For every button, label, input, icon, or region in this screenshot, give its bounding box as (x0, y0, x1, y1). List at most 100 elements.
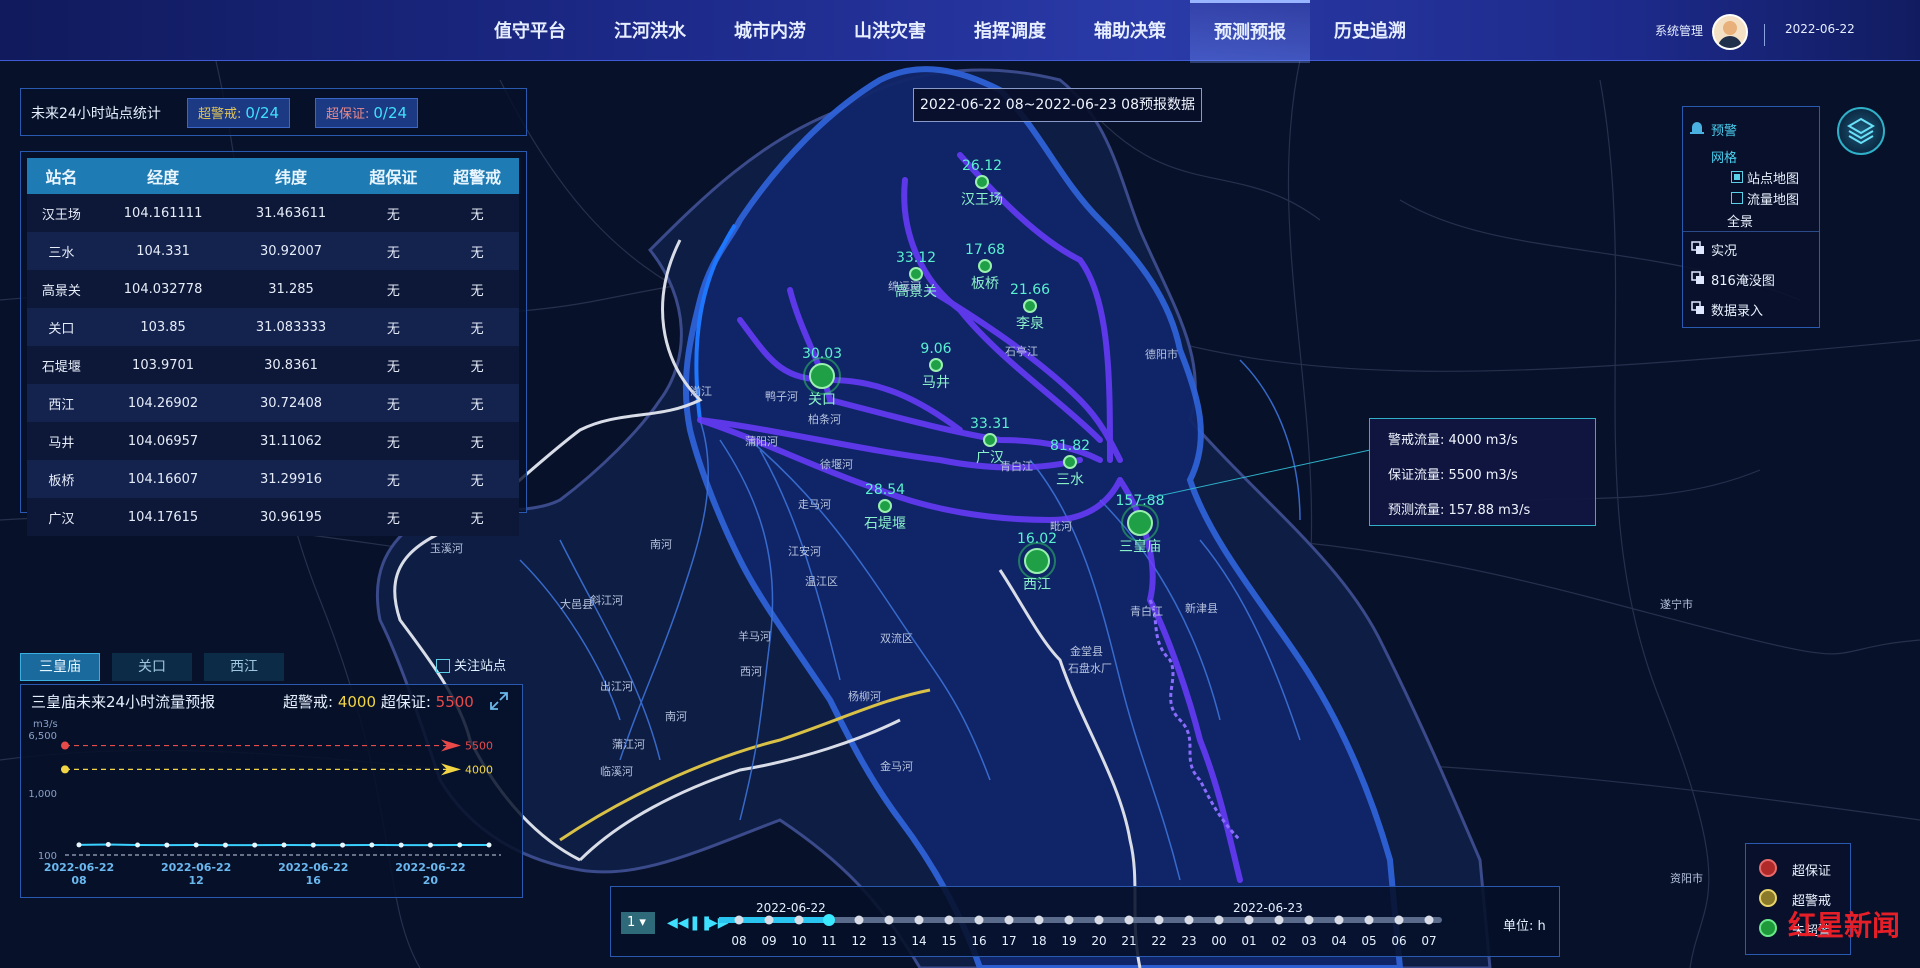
flow-point[interactable] (427, 842, 433, 848)
layer-live[interactable]: 实况 (1711, 240, 1737, 259)
tab-sanhuangmiao[interactable]: 三皇庙 (20, 653, 100, 681)
station-marker[interactable] (1023, 299, 1037, 313)
tab-xijiang[interactable]: 西江 (204, 653, 284, 681)
flow-point[interactable] (105, 842, 111, 848)
timeline-tick[interactable] (734, 915, 744, 925)
nav-item-duty[interactable]: 值守平台 (470, 0, 590, 60)
threshold-label: 4000 (465, 763, 493, 776)
nav-item-forecast[interactable]: 预测预报 (1190, 0, 1310, 63)
station-marker[interactable] (1127, 510, 1153, 536)
nav-item-decision-support[interactable]: 辅助决策 (1070, 0, 1190, 60)
user-name[interactable]: 系统管理 (1655, 22, 1703, 39)
layer-grid[interactable]: 网格 (1711, 147, 1737, 166)
flow-point[interactable] (310, 842, 316, 848)
col-header-over-guard: 超保证 (351, 158, 436, 194)
nav-item-river-flood[interactable]: 江河洪水 (590, 0, 710, 60)
flow-point[interactable] (398, 842, 404, 848)
rewind-icon[interactable]: ◀◀ (667, 915, 689, 931)
flow-point[interactable] (222, 842, 228, 848)
station-marker[interactable] (983, 433, 997, 447)
flow-point[interactable] (369, 842, 375, 848)
timeline-tick[interactable] (1334, 915, 1344, 925)
timeline-tick[interactable] (1214, 915, 1224, 925)
map-label: 石盘水厂 (1068, 661, 1112, 675)
station-stats-panel: 未来24小时站点统计 超警戒: 0/24 超保证: 0/24 (20, 88, 527, 136)
flow-point[interactable] (252, 842, 258, 848)
timeline-tick[interactable] (884, 915, 894, 925)
timeline-tick[interactable] (1304, 915, 1314, 925)
avatar[interactable] (1712, 14, 1748, 50)
layer-data-entry[interactable]: 数据录入 (1711, 300, 1763, 319)
table-cell: 104.032778 (95, 270, 231, 308)
flow-map-checkbox[interactable] (1731, 192, 1743, 204)
timeline-tick[interactable] (1004, 915, 1014, 925)
table-row[interactable]: 广汉 104.17615 30.96195 无无 (27, 498, 519, 536)
layer-warning[interactable]: 预警 (1711, 120, 1737, 139)
flow-point[interactable] (281, 842, 287, 848)
nav-item-urban-waterlogging[interactable]: 城市内涝 (710, 0, 830, 60)
table-row[interactable]: 西江 104.26902 30.72408 无无 (27, 384, 519, 422)
timeline-tick[interactable] (1094, 915, 1104, 925)
station-marker[interactable] (1063, 455, 1077, 469)
layer-816-flood[interactable]: 816淹没图 (1711, 270, 1775, 289)
table-row[interactable]: 关口 103.85 31.083333 无无 (27, 308, 519, 346)
timeline-tick[interactable] (1184, 915, 1194, 925)
timeline-tick[interactable] (764, 915, 774, 925)
timeline-tick[interactable] (974, 915, 984, 925)
nav-item-mountain-flood[interactable]: 山洪灾害 (830, 0, 950, 60)
station-marker[interactable] (878, 499, 892, 513)
timeline-hour-label: 02 (1271, 934, 1286, 948)
flow-point[interactable] (164, 842, 170, 848)
timeline-tick[interactable] (1064, 915, 1074, 925)
station-marker[interactable] (1024, 548, 1050, 574)
timeline-track[interactable]: 08 09 10 11 12 13 14 15 16 17 18 19 20 21 22 23 00 01 02 03… (719, 913, 1499, 953)
speed-select[interactable]: 1 ▾ (621, 912, 655, 934)
timeline-tick[interactable] (1154, 915, 1164, 925)
station-value: 17.68 (965, 242, 1005, 258)
table-row[interactable]: 石堤堰 103.9701 30.8361 无无 (27, 346, 519, 384)
timeline-tick[interactable] (1124, 915, 1134, 925)
flow-point[interactable] (486, 842, 492, 848)
flow-point[interactable] (193, 842, 199, 848)
warn-count-value: 0/24 (245, 104, 280, 122)
live-layer-icon (1691, 241, 1704, 254)
table-row[interactable]: 三水 104.331 30.92007 无无 (27, 232, 519, 270)
flow-point[interactable] (457, 842, 463, 848)
threshold-label: 5500 (465, 740, 493, 753)
layers-icon[interactable] (1837, 107, 1885, 155)
table-row[interactable]: 马井 104.06957 31.11062 无无 (27, 422, 519, 460)
timeline-tick[interactable] (1394, 915, 1404, 925)
timeline-tick[interactable] (1364, 915, 1374, 925)
focus-station-checkbox[interactable] (436, 659, 450, 673)
station-marker[interactable] (975, 175, 989, 189)
timeline-tick[interactable] (1424, 915, 1434, 925)
table-row[interactable]: 板桥 104.16607 31.29916 无无 (27, 460, 519, 498)
station-marker[interactable] (909, 267, 923, 281)
timeline-tick[interactable] (1244, 915, 1254, 925)
timeline-tick[interactable] (914, 915, 924, 925)
timeline-tick[interactable] (794, 915, 804, 925)
station-value: 157.88 (1116, 493, 1165, 509)
flow-point[interactable] (135, 842, 141, 848)
timeline-tick[interactable] (854, 915, 864, 925)
table-row[interactable]: 汉王场 104.161111 31.463611 无无 (27, 194, 519, 232)
flow-point[interactable] (340, 842, 346, 848)
station-value: 16.02 (1017, 531, 1057, 547)
station-map-checkbox[interactable] (1731, 171, 1743, 183)
layer-overview[interactable]: 全景 (1727, 211, 1753, 230)
timeline-tick[interactable] (1034, 915, 1044, 925)
table-cell: 104.16607 (95, 460, 231, 498)
station-marker[interactable] (978, 259, 992, 273)
expand-icon[interactable] (489, 691, 509, 711)
timeline-tick[interactable] (944, 915, 954, 925)
tab-guankou[interactable]: 关口 (112, 653, 192, 681)
flow-point[interactable] (76, 842, 82, 848)
table-row[interactable]: 高景关 104.032778 31.285 无无 (27, 270, 519, 308)
timeline-tick[interactable] (1274, 915, 1284, 925)
station-marker[interactable] (929, 358, 943, 372)
nav-item-history[interactable]: 历史追溯 (1310, 0, 1430, 60)
table-cell: 无 (435, 232, 519, 270)
nav-item-command[interactable]: 指挥调度 (950, 0, 1070, 60)
station-marker[interactable] (809, 363, 835, 389)
timeline-tick[interactable] (823, 914, 835, 926)
